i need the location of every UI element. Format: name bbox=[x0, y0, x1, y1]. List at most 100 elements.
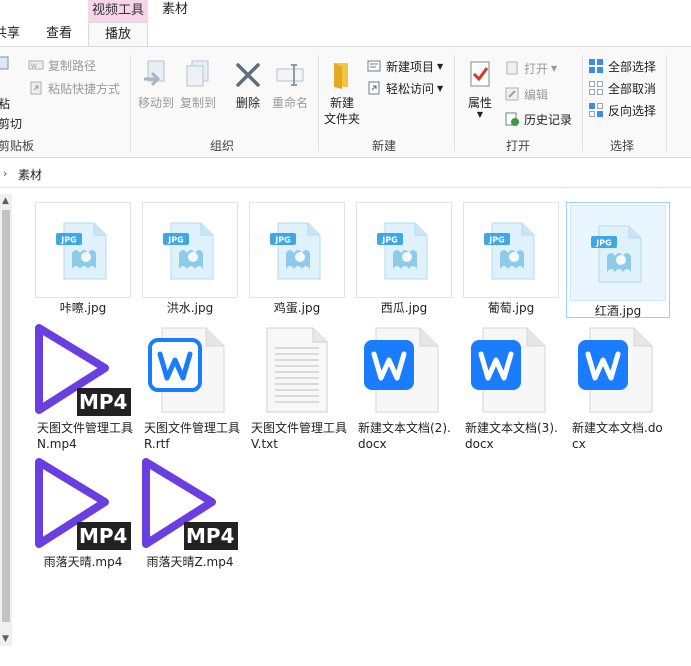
easy-access-button[interactable]: 轻松访问 ▼ bbox=[366, 78, 443, 98]
file-item[interactable]: 天图文件管理工具R.rtf bbox=[140, 322, 240, 452]
delete-x-icon bbox=[236, 63, 260, 87]
move-to-icon bbox=[144, 60, 165, 87]
copy-to-icon bbox=[186, 60, 209, 87]
text-file-icon bbox=[257, 326, 337, 414]
properties-button[interactable]: 属性 ▼ bbox=[458, 59, 502, 119]
file-item-selected[interactable]: 红酒.jpg bbox=[566, 202, 670, 318]
pin-quick-access-button[interactable] bbox=[0, 53, 16, 73]
svg-text:W: W bbox=[31, 63, 37, 70]
select-all-button[interactable]: 全部选择 bbox=[588, 56, 656, 76]
new-folder-label-2: 文件夹 bbox=[323, 112, 360, 126]
edit-label: 编辑 bbox=[524, 87, 549, 102]
file-name: 雨落天晴Z.mp4 bbox=[146, 555, 234, 569]
ribbon-tab-strip: 视频工具 播放 素材 共享 查看 bbox=[0, 0, 691, 46]
file-item[interactable]: 新建文本文档(2).docx bbox=[354, 322, 454, 452]
file-name: 新建文本文档.docx bbox=[572, 421, 663, 451]
dropdown-arrow-icon: ▼ bbox=[437, 83, 444, 93]
file-name: 新建文本文档(2).docx bbox=[358, 421, 451, 451]
file-name: 葡萄.jpg bbox=[487, 301, 535, 315]
video-tools-context-header: 视频工具 bbox=[88, 0, 148, 22]
select-none-button[interactable]: 全部取消 bbox=[588, 78, 656, 98]
separator bbox=[318, 55, 319, 151]
file-name: 天图文件管理工具R.rtf bbox=[144, 421, 241, 451]
wps-writer-docx-icon bbox=[469, 326, 549, 414]
file-item[interactable]: 葡萄.jpg bbox=[461, 202, 561, 316]
copy-path-button[interactable]: W 复制路径 bbox=[28, 55, 96, 75]
file-item[interactable]: 鸡蛋.jpg bbox=[247, 202, 347, 316]
move-to-button[interactable]: 移动到 bbox=[134, 59, 178, 111]
rename-label: 重命名 bbox=[271, 96, 308, 110]
new-folder-icon bbox=[334, 63, 348, 89]
file-item[interactable]: 洪水.jpg bbox=[140, 202, 240, 316]
file-name: 雨落天晴.mp4 bbox=[43, 555, 123, 569]
clipboard-icon bbox=[0, 56, 9, 70]
file-name: 红酒.jpg bbox=[594, 304, 642, 318]
new-item-button[interactable]: 新建项目 ▼ bbox=[366, 56, 443, 76]
icon-area bbox=[568, 322, 668, 418]
properties-checkmark-icon bbox=[470, 61, 490, 87]
chevron-right-icon[interactable]: › bbox=[3, 167, 7, 180]
paste-shortcut-label: 粘贴快捷方式 bbox=[48, 81, 121, 96]
new-folder-label-1: 新建 bbox=[329, 96, 354, 110]
scroll-up-arrow-icon[interactable]: ▲ bbox=[2, 196, 9, 206]
file-item[interactable]: MP4 天图文件管理工具N.mp4 bbox=[33, 322, 133, 452]
wps-writer-docx-icon bbox=[362, 326, 442, 414]
icon-area: MP4 bbox=[33, 322, 133, 418]
file-name: 咔嚓.jpg bbox=[59, 301, 107, 315]
scrollbar-thumb[interactable] bbox=[2, 210, 10, 622]
dropdown-arrow-icon: ▼ bbox=[551, 63, 558, 73]
copy-to-button[interactable]: 复制到 bbox=[176, 59, 220, 111]
window-title: 素材 bbox=[162, 2, 189, 17]
paste-shortcut-button[interactable]: 粘贴快捷方式 bbox=[28, 78, 120, 98]
scroll-down-arrow-icon[interactable]: ▼ bbox=[2, 634, 9, 644]
properties-label: 属性 bbox=[467, 96, 492, 110]
icon-area: MP4 bbox=[140, 456, 240, 552]
ribbon: 粘 剪切 W 复制路径 粘贴快捷方式 剪贴板 移动到 复制到 删除 重命名 组织… bbox=[0, 46, 691, 158]
select-all-label: 全部选择 bbox=[608, 59, 657, 74]
tab-view[interactable]: 查看 bbox=[46, 22, 72, 46]
copy-to-label: 复制到 bbox=[179, 96, 216, 110]
breadcrumb-current-folder[interactable]: 素材 bbox=[18, 166, 42, 183]
easy-access-icon bbox=[368, 81, 380, 95]
paste-button[interactable]: 粘 bbox=[0, 93, 10, 113]
file-item[interactable]: 天图文件管理工具V.txt bbox=[247, 322, 347, 452]
tab-share[interactable]: 共享 bbox=[0, 22, 20, 46]
organize-group-label: 组织 bbox=[210, 139, 235, 153]
jpg-file-icon bbox=[587, 222, 651, 286]
jpg-file-icon bbox=[159, 219, 223, 283]
address-bar[interactable]: › 素材 bbox=[0, 162, 691, 188]
thumbnail-frame bbox=[249, 202, 345, 298]
file-item[interactable]: 新建文本文档.docx bbox=[568, 322, 668, 452]
clipboard-group-label: 剪贴板 bbox=[0, 139, 35, 153]
edit-button[interactable]: 编辑 bbox=[504, 84, 548, 104]
open-button[interactable]: 打开 ▼ bbox=[504, 58, 557, 78]
jpg-file-icon bbox=[266, 219, 330, 283]
copy-path-icon: W bbox=[28, 60, 44, 70]
select-all-icon bbox=[589, 59, 603, 73]
thumbnail-frame bbox=[356, 202, 452, 298]
copy-path-label: 复制路径 bbox=[48, 58, 97, 73]
delete-button[interactable]: 删除 bbox=[226, 59, 270, 111]
thumbnail-frame bbox=[142, 202, 238, 298]
cut-button[interactable]: 剪切 bbox=[0, 113, 22, 133]
rename-button[interactable]: 重命名 bbox=[268, 59, 312, 111]
file-item[interactable]: 西瓜.jpg bbox=[354, 202, 454, 316]
file-item[interactable]: MP4 雨落天晴.mp4 bbox=[33, 456, 133, 570]
invert-selection-button[interactable]: 反向选择 bbox=[588, 100, 656, 120]
icon-area bbox=[461, 322, 561, 418]
file-item[interactable]: 咔嚓.jpg bbox=[33, 202, 133, 316]
vertical-scrollbar[interactable]: ▲ ▼ bbox=[0, 194, 12, 646]
file-name: 洪水.jpg bbox=[166, 301, 214, 315]
new-folder-button[interactable]: 新建 文件夹 bbox=[322, 59, 362, 127]
select-none-icon bbox=[589, 81, 603, 95]
icon-area bbox=[354, 322, 454, 418]
tab-play[interactable]: 播放 bbox=[88, 22, 148, 46]
separator bbox=[582, 55, 583, 151]
thumbnail-frame bbox=[35, 202, 131, 298]
file-item[interactable]: 新建文本文档(3).docx bbox=[461, 322, 561, 452]
open-icon bbox=[506, 61, 518, 75]
history-button[interactable]: 历史记录 bbox=[504, 109, 572, 129]
separator bbox=[130, 55, 131, 151]
invert-selection-icon bbox=[589, 103, 603, 117]
file-item[interactable]: MP4 雨落天晴Z.mp4 bbox=[140, 456, 240, 570]
